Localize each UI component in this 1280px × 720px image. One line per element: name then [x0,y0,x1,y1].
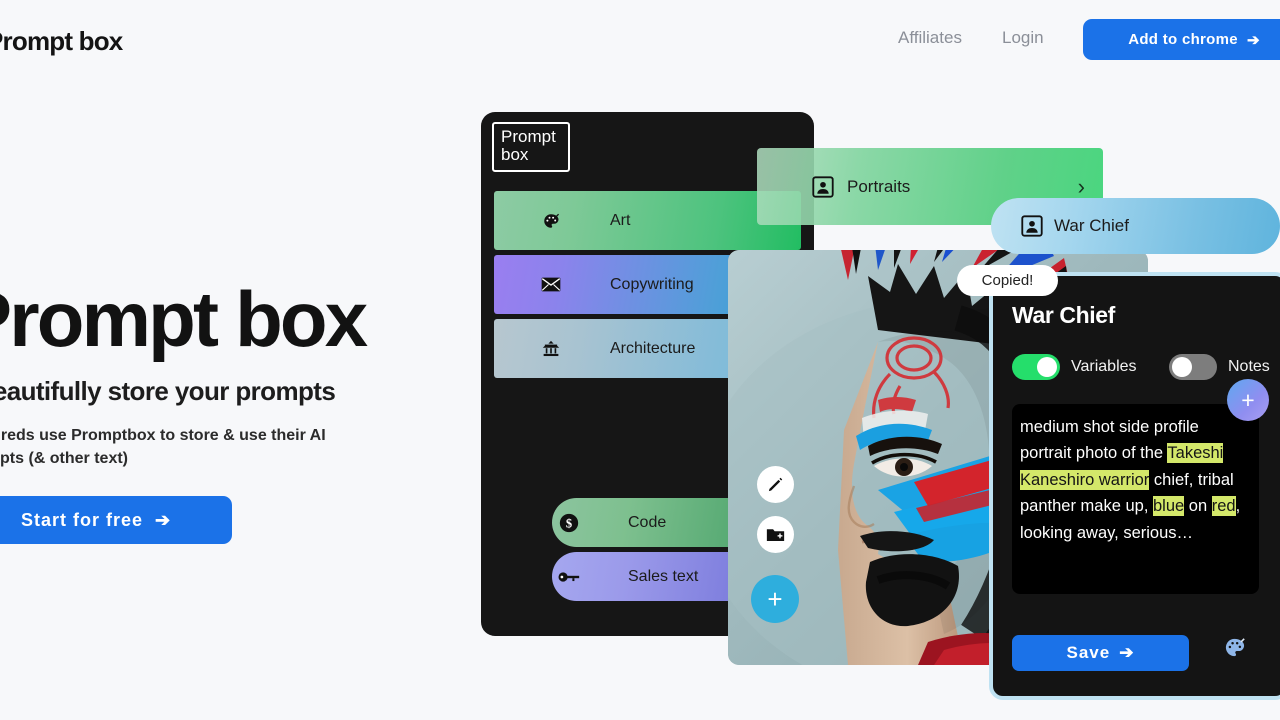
key-icon [558,570,580,584]
category-label-art: Art [610,211,631,229]
site-logo[interactable]: Prompt box [0,26,123,57]
variables-label: Variables [1071,358,1137,375]
add-variable-button[interactable]: + [1227,379,1269,421]
notes-label: Notes [1228,358,1270,375]
start-for-free-label: Start for free [20,509,143,530]
folder-plus-icon [766,527,785,543]
category-label-copywriting: Copywriting [610,275,694,293]
start-for-free-button[interactable]: Start for free ➔ [0,496,232,545]
edit-prompt-button[interactable] [757,466,794,503]
variables-toggle-group: Variables [1012,354,1137,380]
add-to-chrome-label: Add to chrome [1128,31,1238,48]
hero-section: Prompt box - Beautifully store your prom… [0,275,480,545]
svg-text:$: $ [566,516,572,530]
app-panel-logo-line1: Prompt [501,127,556,146]
plus-icon: + [767,583,783,614]
toggle-knob [1037,357,1057,377]
save-button[interactable]: Save ➔ [1012,635,1189,671]
hero-subtitle: - Beautifully store your prompts [0,376,336,406]
prompt-variable-highlight: red [1211,496,1236,517]
envelope-icon [540,277,562,292]
war-chief-label: War Chief [1054,216,1129,235]
war-chief-prompt-pill[interactable]: War Chief [991,198,1280,254]
nav-link-affiliates[interactable]: Affiliates [898,28,962,48]
arrow-right-icon: ➔ [1119,643,1135,662]
temple-icon [540,340,562,358]
portrait-icon [1021,215,1043,237]
category-row-art[interactable]: Art [494,191,801,250]
chevron-right-icon: › [1077,173,1085,199]
prompt-variable-highlight: blue [1153,496,1185,517]
app-panel-logo-line2: box [501,145,529,165]
category-label-sales-text: Sales text [628,567,699,585]
prompt-detail-title: War Chief [1012,302,1115,328]
hero-body-text: Hundreds use Promptbox to store & use th… [0,427,326,467]
prompt-plain-text: on [1184,497,1212,516]
palette-icon[interactable] [1223,636,1246,659]
new-folder-button[interactable] [757,516,794,553]
variables-toggle[interactable] [1012,354,1060,380]
portraits-label: Portraits [847,176,911,196]
palette-icon [540,212,562,230]
prompt-text: medium shot side profile portrait photo … [1020,414,1251,546]
prompt-detail-panel: War Chief Variables Notes medium shot si… [989,272,1280,700]
pencil-icon [767,476,784,493]
add-to-chrome-button[interactable]: Add to chrome ➔ [1083,19,1280,60]
add-prompt-button[interactable]: + [751,575,799,623]
notes-toggle-group: Notes [1169,354,1270,380]
category-label-architecture: Architecture [610,339,696,357]
plus-icon: + [1241,386,1255,413]
portrait-icon [812,175,834,198]
toggle-knob [1172,357,1192,377]
prompt-text-area[interactable]: medium shot side profile portrait photo … [1012,404,1259,594]
category-label-code: Code [628,513,667,531]
arrow-right-icon: ➔ [1246,31,1260,49]
save-label: Save [1066,643,1111,662]
site-header: Prompt box Affiliates Login Add to chrom… [0,0,1280,78]
nav-link-login[interactable]: Login [1002,28,1044,48]
dollar-icon: $ [558,513,580,533]
hero-title: Prompt box [0,275,368,363]
arrow-right-icon: ➔ [154,509,172,530]
notes-toggle[interactable] [1169,354,1217,380]
copied-tooltip: Copied! [957,265,1058,296]
app-panel-logo: Prompt box [492,122,570,172]
